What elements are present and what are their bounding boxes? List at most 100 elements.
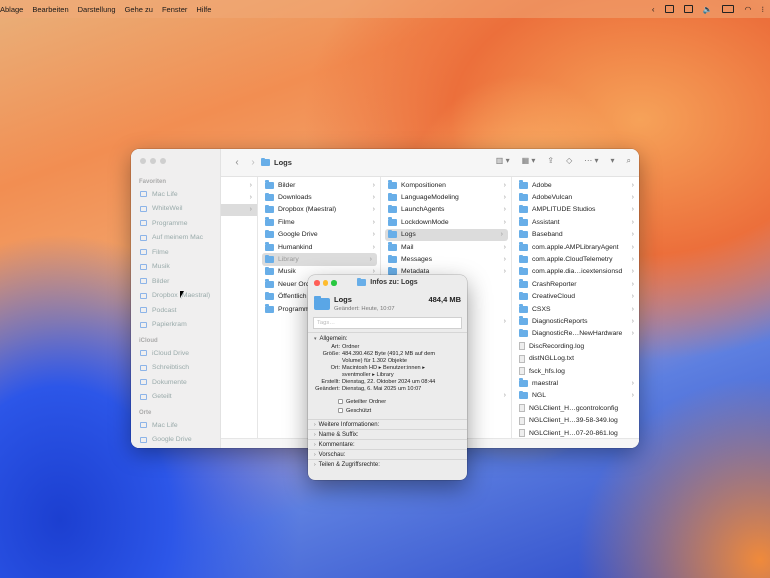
battery-icon[interactable]	[722, 5, 735, 13]
info-section[interactable]: › Kommentare:	[308, 439, 467, 449]
minimize-button[interactable]	[150, 158, 156, 164]
list-item[interactable]: maestral ›	[513, 377, 639, 389]
sidebar-item[interactable]: Filme	[131, 245, 220, 260]
menu-hilfe[interactable]: Hilfe	[196, 5, 211, 14]
list-item[interactable]: Humankind ›	[259, 241, 380, 253]
chevron-right-icon: ›	[631, 392, 634, 400]
sidebar-item[interactable]: Podcast	[131, 303, 220, 318]
list-item[interactable]: Assistant ›	[513, 216, 639, 228]
list-item[interactable]: Filme ›	[259, 216, 380, 228]
list-item[interactable]: Bilder ›	[259, 179, 380, 191]
sidebar-item[interactable]: iCloud Drive	[131, 346, 220, 361]
list-item[interactable]: com.apple.AMPLibraryAgent ›	[513, 241, 639, 253]
close-button[interactable]	[140, 158, 146, 164]
sidebar-item[interactable]: Geteilt	[131, 390, 220, 405]
chevron-right-icon: ›	[503, 268, 506, 276]
chevron-left-icon[interactable]: ‹	[652, 5, 655, 14]
list-item[interactable]: DiagnosticRe…NewHardware ›	[513, 328, 639, 340]
sidebar-item[interactable]: Mac Life	[131, 418, 220, 433]
chevron-right-icon: ›	[372, 231, 375, 239]
forward-button[interactable]: ›	[245, 157, 261, 168]
shared-folder-checkbox[interactable]: Geteilter Ordner	[308, 397, 467, 406]
info-section[interactable]: › Weitere Informationen:	[308, 419, 467, 429]
list-item[interactable]: Dropbox (Maestral) ›	[259, 204, 380, 216]
menu-gehe-zu[interactable]: Gehe zu	[125, 5, 153, 14]
sidebar-item[interactable]: WhiteWeil	[131, 202, 220, 217]
close-button[interactable]	[314, 280, 320, 286]
list-item[interactable]: com.apple.dia…icextensionsd ›	[513, 266, 639, 278]
back-button[interactable]: ‹	[229, 157, 245, 168]
list-item[interactable]: NGLClient_H…gcontrolconfig	[513, 402, 639, 414]
checkbox[interactable]	[338, 399, 343, 404]
wifi-icon[interactable]: ◠	[744, 5, 751, 14]
tag-icon[interactable]: ◇	[566, 156, 572, 166]
list-item[interactable]: ›	[221, 191, 257, 203]
list-item[interactable]: CreativeCloud ›	[513, 291, 639, 303]
field-value: Dienstag, 6. Mai 2025 um 10:07	[342, 386, 422, 392]
info-section[interactable]: › Vorschau:	[308, 449, 467, 459]
menu-ablage[interactable]: Ablage	[0, 5, 23, 14]
sidebar-item[interactable]: Bilder	[131, 274, 220, 289]
section-general[interactable]: ▾ Allgemein:	[308, 332, 467, 344]
zoom-button[interactable]	[160, 158, 166, 164]
search-icon[interactable]: ⌕	[627, 156, 631, 166]
window-icon[interactable]	[664, 5, 674, 13]
display-icon[interactable]	[683, 5, 693, 13]
list-item[interactable]: Google Drive ›	[259, 229, 380, 241]
checkbox[interactable]	[338, 408, 343, 413]
list-item[interactable]: Messages ›	[382, 253, 511, 265]
sidebar-item[interactable]: Mac Life	[131, 187, 220, 202]
folder-icon	[388, 180, 397, 189]
list-item[interactable]: Adobe ›	[513, 179, 639, 191]
list-item[interactable]: NGLClient_H…39-58-349.log	[513, 414, 639, 426]
list-item[interactable]: AdobeVulcan ›	[513, 191, 639, 203]
list-item[interactable]: AMPLITUDE Studios ›	[513, 204, 639, 216]
chevron-down-icon[interactable]: ▾	[611, 156, 615, 166]
list-item[interactable]: NGL ›	[513, 390, 639, 402]
info-section[interactable]: › Teilen & Zugriffsrechte:	[308, 459, 467, 469]
list-item[interactable]: Baseband ›	[513, 229, 639, 241]
info-section[interactable]: › Name & Suffix:	[308, 429, 467, 439]
tags-field[interactable]: Tags…	[313, 317, 462, 329]
locked-checkbox[interactable]: Geschützt	[308, 406, 467, 415]
item-label: LockdownMode	[401, 218, 449, 226]
list-item[interactable]: Mail ›	[382, 241, 511, 253]
menu-darstellung[interactable]: Darstellung	[78, 5, 116, 14]
folder-icon	[388, 229, 397, 239]
list-item[interactable]: DiagnosticReports ›	[513, 315, 639, 327]
list-item[interactable]: ›	[221, 179, 257, 191]
sidebar-item[interactable]: Dropbox (Maestral)	[131, 289, 220, 304]
sidebar-item[interactable]: Musik	[131, 260, 220, 275]
menu-bearbeiten[interactable]: Bearbeiten	[32, 5, 68, 14]
sidebar-item[interactable]: Google Drive	[131, 433, 220, 448]
list-item[interactable]: distNGLLog.txt	[513, 352, 639, 364]
list-item[interactable]: CrashReporter ›	[513, 278, 639, 290]
list-item[interactable]: DiscRecording.log	[513, 340, 639, 352]
sidebar-item[interactable]: Auf meinem Mac	[131, 231, 220, 246]
minimize-button[interactable]	[322, 280, 328, 286]
view-columns-icon[interactable]: ▥ ▾	[496, 156, 510, 166]
sidebar-item[interactable]: Schreibtisch	[131, 361, 220, 376]
list-item[interactable]: Downloads ›	[259, 191, 380, 203]
list-item[interactable]: LockdownMode ›	[382, 216, 511, 228]
sidebar-item[interactable]: Papierkram	[131, 318, 220, 333]
share-icon[interactable]: ⇪	[547, 156, 554, 166]
list-item[interactable]: fsck_hfs.log	[513, 365, 639, 377]
control-center-icon[interactable]: ⁝	[761, 5, 764, 14]
sidebar-item[interactable]: Dokumente	[131, 375, 220, 390]
more-icon[interactable]: ⋯ ▾	[584, 156, 598, 166]
zoom-button[interactable]	[331, 280, 337, 286]
list-item[interactable]: Logs ›	[385, 228, 508, 241]
list-item[interactable]: LaunchAgents ›	[382, 204, 511, 216]
group-icon[interactable]: ▦ ▾	[522, 156, 536, 166]
folder-icon	[265, 242, 274, 251]
volume-icon[interactable]: 🔈	[703, 5, 713, 14]
sidebar-item[interactable]: Programme	[131, 216, 220, 231]
menu-fenster[interactable]: Fenster	[162, 5, 187, 14]
list-item[interactable]: Kompositionen ›	[382, 179, 511, 191]
list-item[interactable]: LanguageModeling ›	[382, 191, 511, 203]
list-item[interactable]: CSXS ›	[513, 303, 639, 315]
list-item[interactable]: ›	[221, 203, 257, 217]
list-item[interactable]: com.apple.CloudTelemetry ›	[513, 253, 639, 265]
list-item[interactable]: Library ›	[262, 253, 377, 266]
